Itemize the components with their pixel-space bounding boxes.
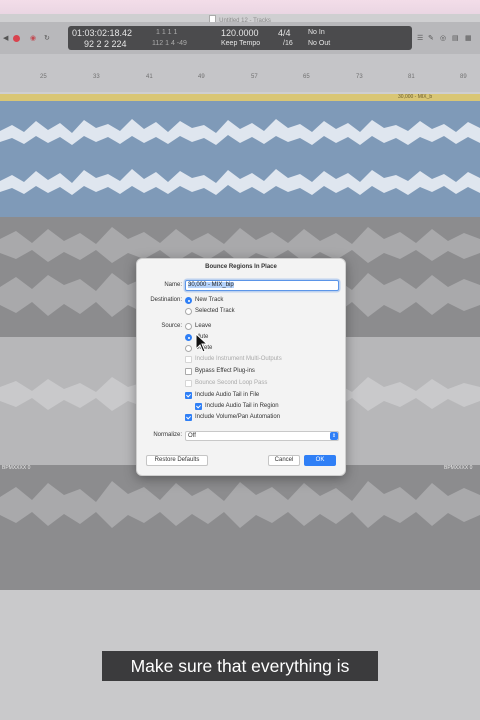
include-tail-file-checkbox[interactable] [185, 392, 192, 399]
normalize-label: Normalize: [153, 432, 182, 438]
destination-label: Destination: [150, 297, 182, 303]
locator-top: 1 1 1 1 [156, 29, 178, 36]
cycle-icon[interactable]: ↻ [44, 34, 50, 42]
list-editor-icon[interactable]: ☰ [417, 34, 423, 42]
chevron-updown-icon: ⇕ [330, 432, 338, 440]
destination-selected-track-label[interactable]: Selected Track [195, 308, 235, 314]
ok-button[interactable]: OK [304, 455, 336, 466]
ruler-mark: 57 [251, 74, 258, 80]
source-delete-radio[interactable] [185, 345, 192, 352]
bypass-effect-label[interactable]: Bypass Effect Plug-ins [195, 368, 255, 374]
top-background [0, 0, 480, 14]
division: /16 [283, 40, 293, 47]
ruler-mark: 89 [460, 74, 467, 80]
record-icon[interactable] [13, 35, 20, 42]
waveform-selected [0, 119, 480, 195]
include-instrument-label: Include Instrument Multi-Outputs [195, 356, 282, 362]
time-signature: 4/4 [278, 28, 291, 38]
ruler-mark: 41 [146, 74, 153, 80]
source-label: Source: [161, 323, 182, 329]
midi-out: No Out [308, 40, 331, 47]
bypass-effect-checkbox[interactable] [185, 368, 192, 375]
ruler-mark: 25 [40, 74, 47, 80]
midi-in: No In [308, 29, 325, 36]
locator-bottom: 112 1 4 -49 [152, 40, 187, 47]
position-bars: 92 2 2 224 [84, 39, 127, 49]
loops-icon[interactable]: ◎ [440, 34, 446, 42]
ruler-mark: 33 [93, 74, 100, 80]
inspector-icon[interactable]: ▦ [465, 34, 472, 42]
tempo-mode: Keep Tempo [221, 40, 261, 47]
ruler[interactable] [0, 54, 480, 92]
source-leave-radio[interactable] [185, 323, 192, 330]
bounce-in-place-dialog: Bounce Regions In Place Name: 30,000 - M… [136, 258, 346, 476]
ruler-mark: 65 [303, 74, 310, 80]
destination-new-track-radio[interactable] [185, 297, 192, 304]
dialog-title: Bounce Regions In Place [205, 264, 277, 270]
cancel-button[interactable]: Cancel [268, 455, 300, 466]
include-tail-region-checkbox[interactable] [195, 403, 202, 410]
cycle-region-label: 30,000 - MIX_b [398, 94, 433, 100]
browser-icon[interactable]: ▤ [452, 34, 459, 42]
restore-defaults-button[interactable]: Restore Defaults [146, 455, 208, 466]
lcd-display[interactable]: 01:03:02:18.42 92 2 2 224 1 1 1 1 112 1 … [68, 26, 412, 50]
include-volume-checkbox[interactable] [185, 414, 192, 421]
bounce-loop-checkbox[interactable] [185, 380, 192, 387]
tempo-value: 120.0000 [221, 28, 259, 38]
bounce-loop-label: Bounce Second Loop Pass [195, 380, 268, 386]
source-leave-label[interactable]: Leave [195, 323, 211, 329]
name-label: Name: [164, 282, 182, 288]
capture-icon[interactable]: ◉ [30, 34, 36, 42]
rewind-icon[interactable]: ◀ [3, 34, 8, 42]
include-tail-file-label[interactable]: Include Audio Tail in File [195, 392, 259, 398]
video-caption: Make sure that everything is [102, 651, 378, 681]
ruler-mark: 81 [408, 74, 415, 80]
include-volume-label[interactable]: Include Volume/Pan Automation [195, 414, 280, 420]
name-input[interactable]: 30,000 - MIX_bip [185, 280, 339, 291]
include-tail-region-label[interactable]: Include Audio Tail in Region [205, 403, 279, 409]
destination-selected-track-radio[interactable] [185, 308, 192, 315]
ruler-mark: 73 [356, 74, 363, 80]
notes-icon[interactable]: ✎ [428, 34, 434, 42]
mouse-pointer-icon [195, 333, 209, 353]
ruler-mark: 49 [198, 74, 205, 80]
name-input-value: 30,000 - MIX_bip [188, 282, 234, 288]
position-time: 01:03:02:18.42 [72, 28, 133, 38]
normalize-value: Off [188, 433, 196, 439]
normalize-select[interactable]: Off ⇕ [185, 431, 339, 441]
source-mute-radio[interactable] [185, 334, 192, 341]
destination-new-track-label[interactable]: New Track [195, 297, 223, 303]
include-instrument-checkbox[interactable] [185, 356, 192, 363]
